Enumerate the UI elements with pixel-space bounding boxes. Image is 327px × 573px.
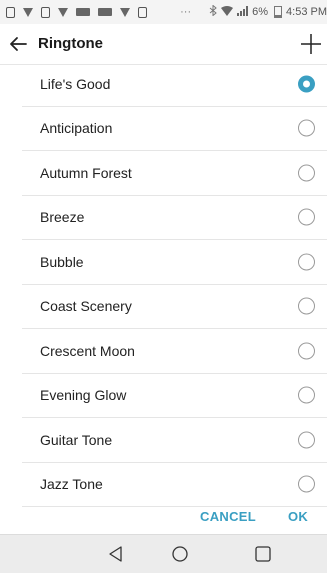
radio-unselected-icon[interactable] [298,342,315,360]
ringtone-label: Crescent Moon [40,342,135,359]
ringtone-label: Life's Good [40,75,111,92]
notification-icon [23,7,33,17]
nav-home-icon[interactable] [170,544,190,564]
nav-recents-icon[interactable] [253,544,273,564]
clock: 4:53 PM [286,6,327,18]
signal-icon [237,5,249,19]
ringtone-option[interactable]: Autumn Forest [22,151,327,196]
radio-unselected-icon[interactable] [298,164,315,182]
ringtone-option[interactable]: Crescent Moon [22,329,327,374]
battery-percent: 6% [252,6,269,18]
wifi-icon [221,5,234,19]
notification-icon [138,6,147,18]
app-bar: Ringtone [0,24,327,65]
radio-unselected-icon[interactable] [298,386,315,404]
back-arrow-icon[interactable] [8,34,28,54]
notification-icons [0,6,147,18]
ringtone-list: Life's Good Anticipation Autumn Forest Bree… [22,62,327,507]
battery-icon [274,6,283,18]
nav-back-icon[interactable] [106,544,126,564]
ringtone-label: Autumn Forest [40,164,132,181]
overflow-dots: ··· [180,6,192,18]
ringtone-label: Bubble [40,253,84,270]
ringtone-label: Coast Scenery [40,298,132,315]
ringtone-label: Jazz Tone [40,476,103,493]
notification-icon [76,8,90,16]
ringtone-option[interactable]: Anticipation [22,107,327,151]
ringtone-option[interactable]: Guitar Tone [22,418,327,463]
ringtone-label: Breeze [40,209,85,226]
notification-icon [6,6,15,18]
ringtone-label: Guitar Tone [40,431,113,448]
ringtone-option[interactable]: Bubble [22,240,327,285]
notification-icon [41,6,50,18]
ringtone-option[interactable]: Coast Scenery [22,285,327,329]
radio-unselected-icon[interactable] [298,208,315,226]
navigation-bar [0,534,327,573]
ringtone-label: Anticipation [40,120,113,137]
add-icon[interactable] [299,32,323,56]
status-bar: ··· 6% 4:53 PM [0,0,327,24]
notification-icon [98,8,112,16]
page-title: Ringtone [38,35,103,52]
radio-unselected-icon[interactable] [298,297,315,315]
radio-unselected-icon[interactable] [298,119,315,137]
system-status: ··· 6% 4:53 PM [180,0,327,24]
ringtone-label: Evening Glow [40,387,127,404]
radio-unselected-icon[interactable] [298,431,315,449]
cancel-button[interactable]: CANCEL [200,509,256,524]
dialog-actions: CANCEL OK [0,500,327,534]
radio-unselected-icon[interactable] [298,253,315,271]
radio-selected-icon[interactable] [298,75,315,93]
radio-unselected-icon[interactable] [298,475,315,493]
ringtone-option[interactable]: Life's Good [22,62,327,107]
notification-icon [120,7,130,17]
notification-icon [58,7,68,17]
bluetooth-icon [209,4,217,19]
ringtone-option[interactable]: Evening Glow [22,374,327,418]
ringtone-option[interactable]: Breeze [22,196,327,240]
ok-button[interactable]: OK [288,509,308,524]
